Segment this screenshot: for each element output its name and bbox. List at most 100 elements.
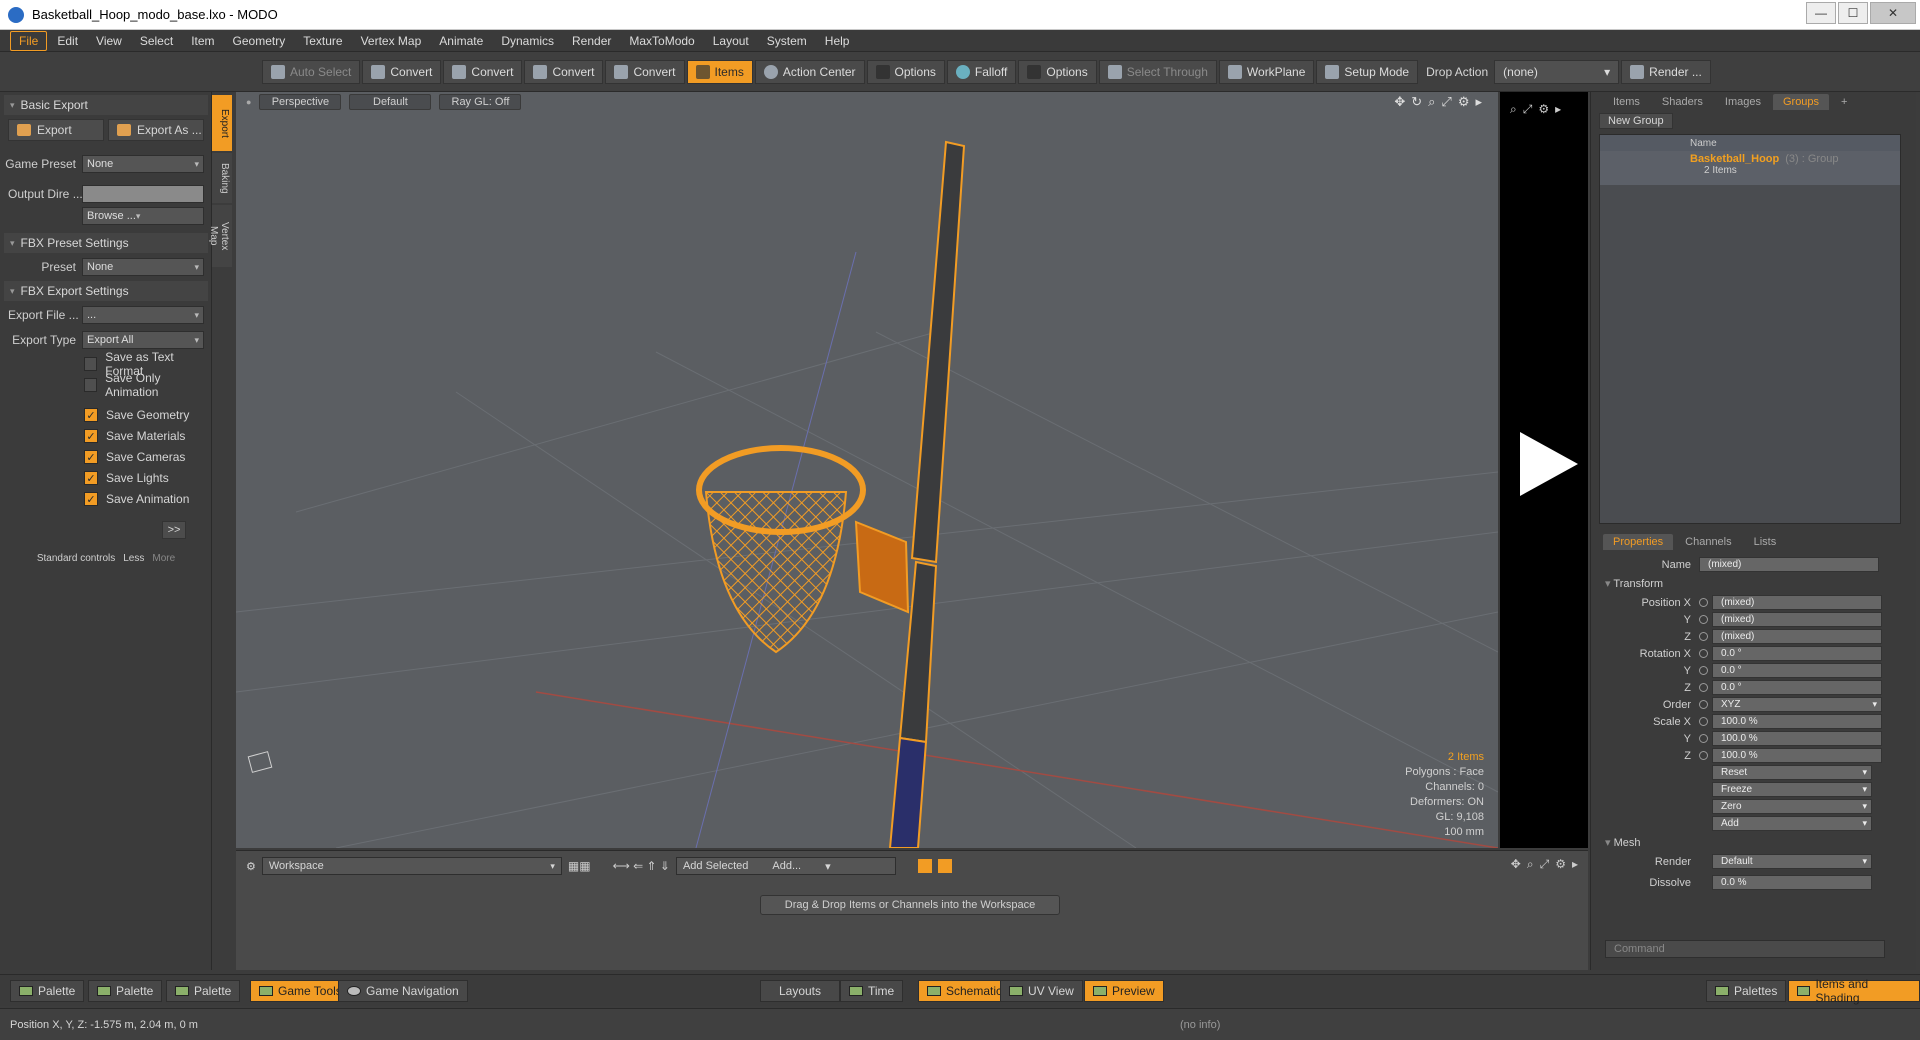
palette-button-1[interactable]: Palette bbox=[10, 980, 85, 1002]
tab-vertex-map[interactable]: Vertex Map bbox=[208, 205, 232, 267]
browse-button[interactable]: Browse ... bbox=[82, 207, 204, 225]
palettes-button[interactable]: Palettes bbox=[1706, 980, 1787, 1002]
save-lights-checkbox[interactable]: ✓ Save Lights bbox=[84, 468, 208, 488]
pan-icon[interactable]: ✥ bbox=[1511, 857, 1521, 872]
name-field[interactable]: (mixed) bbox=[1699, 557, 1879, 572]
zoom-icon[interactable]: ⌕ bbox=[1510, 102, 1517, 117]
convert-button-3[interactable]: Convert bbox=[524, 59, 604, 84]
menu-render[interactable]: Render bbox=[564, 32, 619, 50]
position-x-field[interactable]: (mixed) bbox=[1712, 595, 1882, 610]
shading-select[interactable]: Default bbox=[349, 94, 432, 110]
basic-export-section[interactable]: Basic Export bbox=[4, 95, 208, 115]
save-cameras-checkbox[interactable]: ✓ Save Cameras bbox=[84, 447, 208, 467]
convert-button-2[interactable]: Convert bbox=[443, 59, 523, 84]
rotation-x-field[interactable]: 0.0 ° bbox=[1712, 646, 1882, 661]
uv-view-button[interactable]: UV View bbox=[1000, 980, 1083, 1002]
more-link[interactable]: More bbox=[152, 553, 175, 564]
select-through-button[interactable]: Select Through bbox=[1098, 59, 1217, 84]
reset-select[interactable]: Reset bbox=[1712, 765, 1872, 780]
maximize-viewport-icon[interactable]: ⤢ bbox=[1441, 94, 1451, 110]
close-button[interactable]: ✕ bbox=[1870, 2, 1916, 24]
position-y-field[interactable]: (mixed) bbox=[1712, 612, 1882, 627]
view-type-select[interactable]: Perspective bbox=[259, 94, 342, 110]
menu-texture[interactable]: Texture bbox=[295, 32, 350, 50]
drop-action-select[interactable]: (none) ▾ bbox=[1494, 59, 1620, 84]
chevron-right-icon[interactable]: ▸ bbox=[1572, 857, 1578, 872]
add-tab-icon[interactable]: + bbox=[1831, 94, 1857, 110]
expand-more-button[interactable]: >> bbox=[162, 521, 186, 539]
maximize-icon[interactable]: ⤢ bbox=[1523, 102, 1533, 117]
falloff-button[interactable]: Falloff bbox=[946, 59, 1017, 84]
export-as-button[interactable]: Export As ... bbox=[108, 119, 204, 141]
menu-item[interactable]: Item bbox=[183, 32, 222, 50]
workspace-select[interactable]: Workspace bbox=[261, 857, 562, 875]
tab-properties[interactable]: Properties bbox=[1603, 534, 1674, 550]
maximize-button[interactable]: ☐ bbox=[1838, 2, 1868, 24]
palette-button-2[interactable]: Palette bbox=[88, 980, 163, 1002]
workspace-tools-icon[interactable]: ⚙ bbox=[246, 860, 256, 873]
grid-icon[interactable]: ▦▦ bbox=[568, 859, 591, 873]
game-tools-button[interactable]: Game Tools bbox=[250, 980, 351, 1002]
mesh-section[interactable]: Mesh bbox=[1599, 836, 1901, 849]
group-row-basketball-hoop[interactable]: Basketball_Hoop (3) : Group 2 Items bbox=[1600, 151, 1900, 185]
minimize-button[interactable]: — bbox=[1806, 2, 1836, 24]
setup-mode-button[interactable]: Setup Mode bbox=[1316, 59, 1419, 84]
rotate-icon[interactable]: ↻ bbox=[1411, 94, 1422, 110]
zoom-icon[interactable]: ⌕ bbox=[1428, 94, 1435, 110]
scale-y-field[interactable]: 100.0 % bbox=[1712, 731, 1882, 746]
gear-icon[interactable]: ⚙ bbox=[1555, 857, 1566, 872]
menu-dynamics[interactable]: Dynamics bbox=[493, 32, 562, 50]
3d-viewport[interactable]: ● Perspective Default Ray GL: Off ✥ ↻ ⌕ … bbox=[236, 92, 1498, 848]
export-file-select[interactable]: ... bbox=[82, 306, 204, 324]
raygl-toggle[interactable]: Ray GL: Off bbox=[439, 94, 522, 110]
menu-help[interactable]: Help bbox=[817, 32, 858, 50]
menu-file[interactable]: File bbox=[10, 30, 48, 51]
game-navigation-button[interactable]: Game Navigation bbox=[338, 980, 468, 1002]
save-geometry-checkbox[interactable]: ✓ Save Geometry bbox=[84, 405, 208, 425]
gear-icon[interactable]: ⚙ bbox=[1538, 102, 1549, 117]
convert-button-1[interactable]: Convert bbox=[362, 59, 442, 84]
save-only-animation-checkbox[interactable]: Save Only Animation bbox=[84, 371, 208, 399]
preset-select[interactable]: None bbox=[82, 258, 204, 276]
freeze-select[interactable]: Freeze bbox=[1712, 782, 1872, 797]
save-animation-checkbox[interactable]: ✓ Save Animation bbox=[84, 489, 208, 509]
pan-icon[interactable]: ✥ bbox=[1394, 94, 1405, 110]
menu-system[interactable]: System bbox=[759, 32, 815, 50]
render-button[interactable]: Render ... bbox=[1621, 59, 1711, 84]
render-select[interactable]: Default bbox=[1712, 854, 1872, 869]
menu-edit[interactable]: Edit bbox=[49, 32, 86, 50]
zoom-icon[interactable]: ⌕ bbox=[1527, 857, 1534, 872]
add-select[interactable]: Add bbox=[1712, 816, 1872, 831]
convert-button-4[interactable]: Convert bbox=[605, 59, 685, 84]
items-and-shading-button[interactable]: Items and Shading bbox=[1788, 977, 1920, 1005]
menu-layout[interactable]: Layout bbox=[705, 32, 757, 50]
menu-animate[interactable]: Animate bbox=[431, 32, 491, 50]
key-toggle-icon[interactable] bbox=[917, 859, 932, 873]
transform-section[interactable]: Transform bbox=[1599, 577, 1901, 590]
fbx-preset-section[interactable]: FBX Preset Settings bbox=[4, 233, 208, 253]
export-type-select[interactable]: Export All bbox=[82, 331, 204, 349]
tab-baking[interactable]: Baking bbox=[212, 153, 232, 203]
scale-x-field[interactable]: 100.0 % bbox=[1712, 714, 1882, 729]
output-dir-input[interactable] bbox=[82, 185, 204, 203]
preview-button[interactable]: Preview bbox=[1084, 980, 1164, 1002]
tab-items[interactable]: Items bbox=[1603, 94, 1650, 110]
tab-lists[interactable]: Lists bbox=[1744, 534, 1787, 550]
record-toggle-icon[interactable] bbox=[937, 859, 952, 873]
palette-button-3[interactable]: Palette bbox=[166, 980, 241, 1002]
layouts-button[interactable]: Layouts bbox=[760, 980, 840, 1002]
action-center-button[interactable]: Action Center bbox=[754, 59, 865, 84]
rotation-y-field[interactable]: 0.0 ° bbox=[1712, 663, 1882, 678]
schematic-button[interactable]: Schematic bbox=[918, 980, 1012, 1002]
preview-panel[interactable]: ⌕ ⤢ ⚙ ▸ bbox=[1500, 92, 1588, 848]
chevron-right-icon[interactable]: ▸ bbox=[1555, 102, 1561, 117]
tab-groups[interactable]: Groups bbox=[1772, 94, 1830, 110]
export-button[interactable]: Export bbox=[8, 119, 104, 141]
action-center-options-button[interactable]: Options bbox=[866, 59, 945, 84]
menu-vertex-map[interactable]: Vertex Map bbox=[353, 32, 430, 50]
save-materials-checkbox[interactable]: ✓ Save Materials bbox=[84, 426, 208, 446]
new-group-button[interactable]: New Group bbox=[1599, 113, 1673, 129]
menu-select[interactable]: Select bbox=[132, 32, 181, 50]
zero-select[interactable]: Zero bbox=[1712, 799, 1872, 814]
tab-shaders[interactable]: Shaders bbox=[1652, 94, 1713, 110]
